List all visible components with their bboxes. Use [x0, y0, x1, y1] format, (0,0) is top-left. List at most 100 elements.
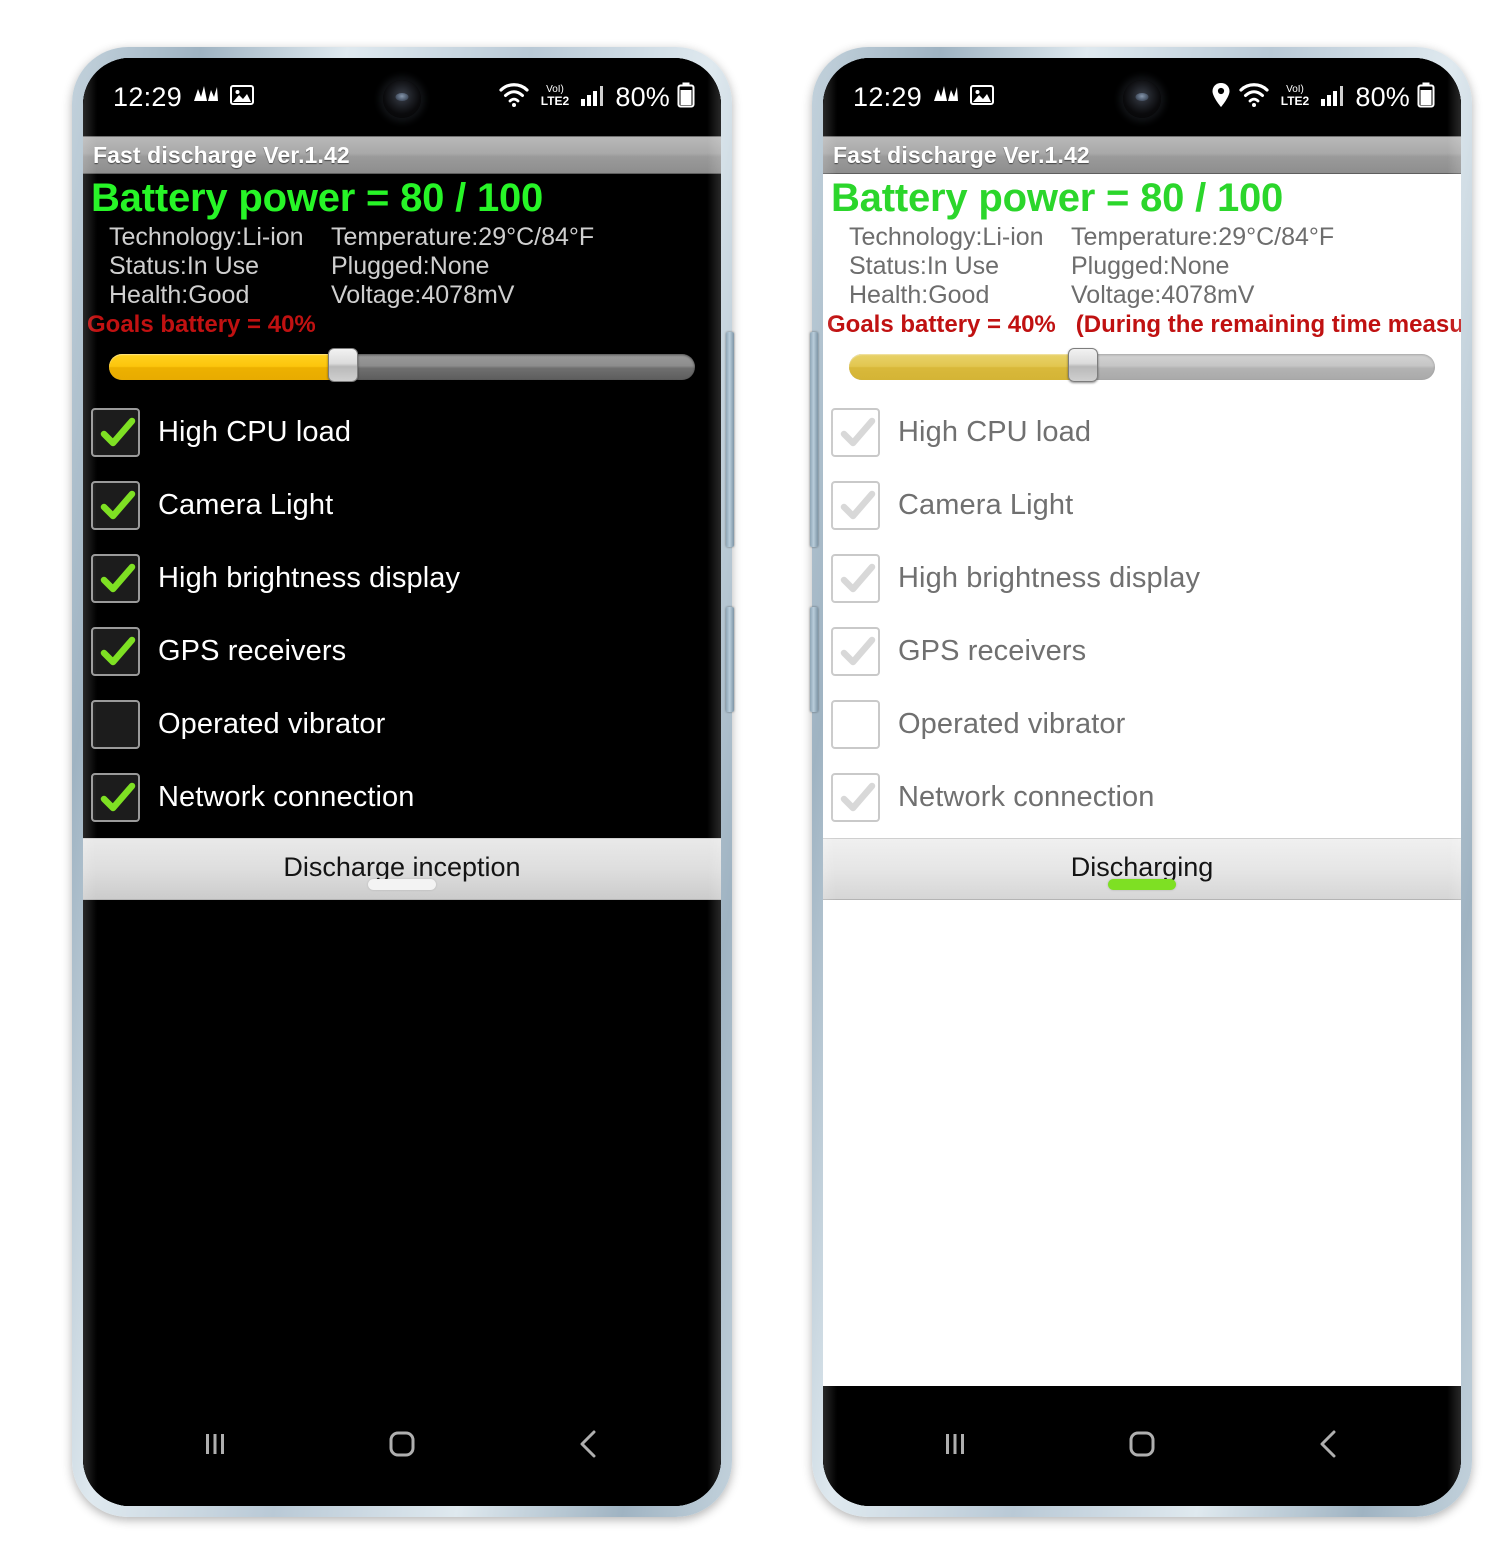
discharge-action-label: Discharging [1070, 851, 1214, 882]
back-button[interactable] [1309, 1422, 1349, 1471]
checkbox-row: High CPU load [831, 396, 1461, 469]
goals-battery-slider[interactable] [109, 348, 695, 382]
checkmark-icon [100, 490, 136, 520]
status-bar-right-group: VoI) LTE2 80% [498, 81, 695, 114]
checkbox-row: Operated vibrator [831, 688, 1461, 761]
checkbox-row: Camera Light [831, 469, 1461, 542]
volte2-icon: VoI) LTE2 [1277, 81, 1313, 114]
checkbox-row[interactable]: GPS receivers [91, 615, 721, 688]
info-voltage: Voltage:4078mV [331, 281, 515, 309]
status-clock: 12:29 [113, 81, 183, 112]
front-camera-punch-hole [1123, 80, 1161, 118]
checkmark-icon [840, 636, 876, 666]
checkbox-operated-vibrator [831, 700, 880, 749]
phone-device-right: 12:29 VoI) LTE2 80% Fast discharge Ver.1… [810, 47, 1472, 1517]
status-bar-right: 12:29 VoI) LTE2 80% [823, 58, 1461, 136]
power-button-left-phone[interactable] [726, 607, 734, 712]
battery-info-grid-right: Technology:Li-ion Temperature:29°C/84°F … [823, 223, 1461, 309]
front-camera-punch-hole [383, 80, 421, 118]
checkbox-row[interactable]: High brightness display [91, 542, 721, 615]
phone-screen-bezel-left: 12:29 VoI) LTE2 80% Fast discharge Ver.1… [83, 58, 721, 1506]
checkbox-label: GPS receivers [158, 635, 347, 667]
slider-thumb[interactable] [1068, 348, 1099, 382]
app-content-left: Battery power = 80 / 100 Technology:Li-i… [83, 174, 721, 900]
info-health: Health:Good [849, 281, 990, 309]
battery-info-grid-left: Technology:Li-ion Temperature:29°C/84°F … [83, 223, 721, 309]
battery-percent-label: 80% [1355, 81, 1410, 112]
checkbox-row[interactable]: Camera Light [91, 469, 721, 542]
checkbox-gps-receivers [831, 627, 880, 676]
volume-button-right-phone[interactable] [810, 332, 818, 547]
checkbox-row[interactable]: Operated vibrator [91, 688, 721, 761]
checkbox-label: High brightness display [158, 562, 461, 594]
slider-fill [109, 354, 344, 380]
recents-button[interactable] [935, 1424, 975, 1469]
info-temperature: Temperature:29°C/84°F [331, 223, 595, 251]
checkbox-high-brightness-display[interactable] [91, 554, 140, 603]
info-technology: Technology:Li-ion [849, 223, 1044, 251]
checkbox-label: Network connection [158, 781, 415, 813]
location-pin-icon [1211, 82, 1231, 113]
checkbox-high-cpu-load[interactable] [91, 408, 140, 457]
battery-power-heading: Battery power = 80 / 100 [831, 176, 1284, 220]
battery-percent-label: 80% [615, 81, 670, 112]
power-button-right-phone[interactable] [810, 607, 818, 712]
info-plugged: Plugged:None [331, 252, 490, 280]
checkbox-label: GPS receivers [898, 635, 1087, 667]
slider-fill [849, 354, 1084, 380]
goals-battery-slider[interactable] [849, 348, 1435, 382]
goals-battery-label: Goals battery = 40% [87, 311, 316, 338]
screenshot-stage: 12:29 VoI) LTE2 80% Fast discharge Ver.1… [0, 0, 1508, 1560]
checkbox-label: High CPU load [158, 416, 352, 448]
checkbox-high-cpu-load [831, 408, 880, 457]
checkmark-icon [100, 636, 136, 666]
checkbox-camera-light [831, 481, 880, 530]
volume-button-left-phone[interactable] [726, 332, 734, 547]
phone-screen-bezel-right: 12:29 VoI) LTE2 80% Fast discharge Ver.1… [823, 58, 1461, 1506]
checkbox-camera-light[interactable] [91, 481, 140, 530]
image-icon [230, 84, 255, 111]
chart-icon [933, 84, 959, 111]
home-button[interactable] [380, 1422, 424, 1471]
info-health: Health:Good [109, 281, 250, 309]
info-temperature: Temperature:29°C/84°F [1071, 223, 1335, 251]
checkmark-icon [840, 782, 876, 812]
goals-measurement-note: (During the remaining time measurement) [1075, 311, 1461, 338]
checkbox-row[interactable]: Network connection [91, 761, 721, 834]
back-button[interactable] [569, 1422, 609, 1471]
checkbox-row[interactable]: High CPU load [91, 396, 721, 469]
checkbox-operated-vibrator[interactable] [91, 700, 140, 749]
volte2-icon: VoI) LTE2 [537, 81, 573, 114]
slider-thumb[interactable] [328, 348, 359, 382]
app-title-bar-left: Fast discharge Ver.1.42 [83, 136, 721, 174]
discharge-options-list-left: High CPU load Camera Light High brightness… [83, 382, 721, 834]
checkmark-icon [840, 490, 876, 520]
status-clock: 12:29 [853, 81, 923, 112]
checkmark-icon [100, 563, 136, 593]
checkbox-label: High brightness display [898, 562, 1201, 594]
info-voltage: Voltage:4078mV [1071, 281, 1255, 309]
goals-slider-wrap-right [823, 339, 1461, 382]
discharge-action-button-right[interactable]: Discharging [823, 838, 1461, 900]
discharge-action-button-left[interactable]: Discharge inception [83, 838, 721, 900]
info-status: Status:In Use [109, 252, 260, 280]
chart-icon [193, 84, 219, 111]
checkbox-label: Camera Light [158, 489, 334, 521]
app-body-right: Battery power = 80 / 100 Technology:Li-i… [823, 174, 1461, 1143]
checkbox-gps-receivers[interactable] [91, 627, 140, 676]
checkmark-icon [100, 782, 136, 812]
home-button[interactable] [1120, 1422, 1164, 1471]
wifi-icon [498, 82, 530, 113]
discharge-action-label: Discharge inception [283, 851, 521, 882]
action-status-indicator [1108, 879, 1176, 890]
status-bar-left: 12:29 VoI) LTE2 80% [83, 58, 721, 136]
signal-bars-icon [580, 83, 608, 112]
svg-text:LTE2: LTE2 [541, 94, 570, 108]
app-title-label: Fast discharge Ver.1.42 [833, 141, 1090, 168]
goals-battery-row-right: Goals battery = 40% (During the remainin… [823, 311, 1461, 339]
goals-battery-label: Goals battery = 40% [827, 311, 1056, 338]
signal-bars-icon [1320, 83, 1348, 112]
checkbox-network-connection[interactable] [91, 773, 140, 822]
checkbox-row: Network connection [831, 761, 1461, 834]
recents-button[interactable] [195, 1424, 235, 1469]
